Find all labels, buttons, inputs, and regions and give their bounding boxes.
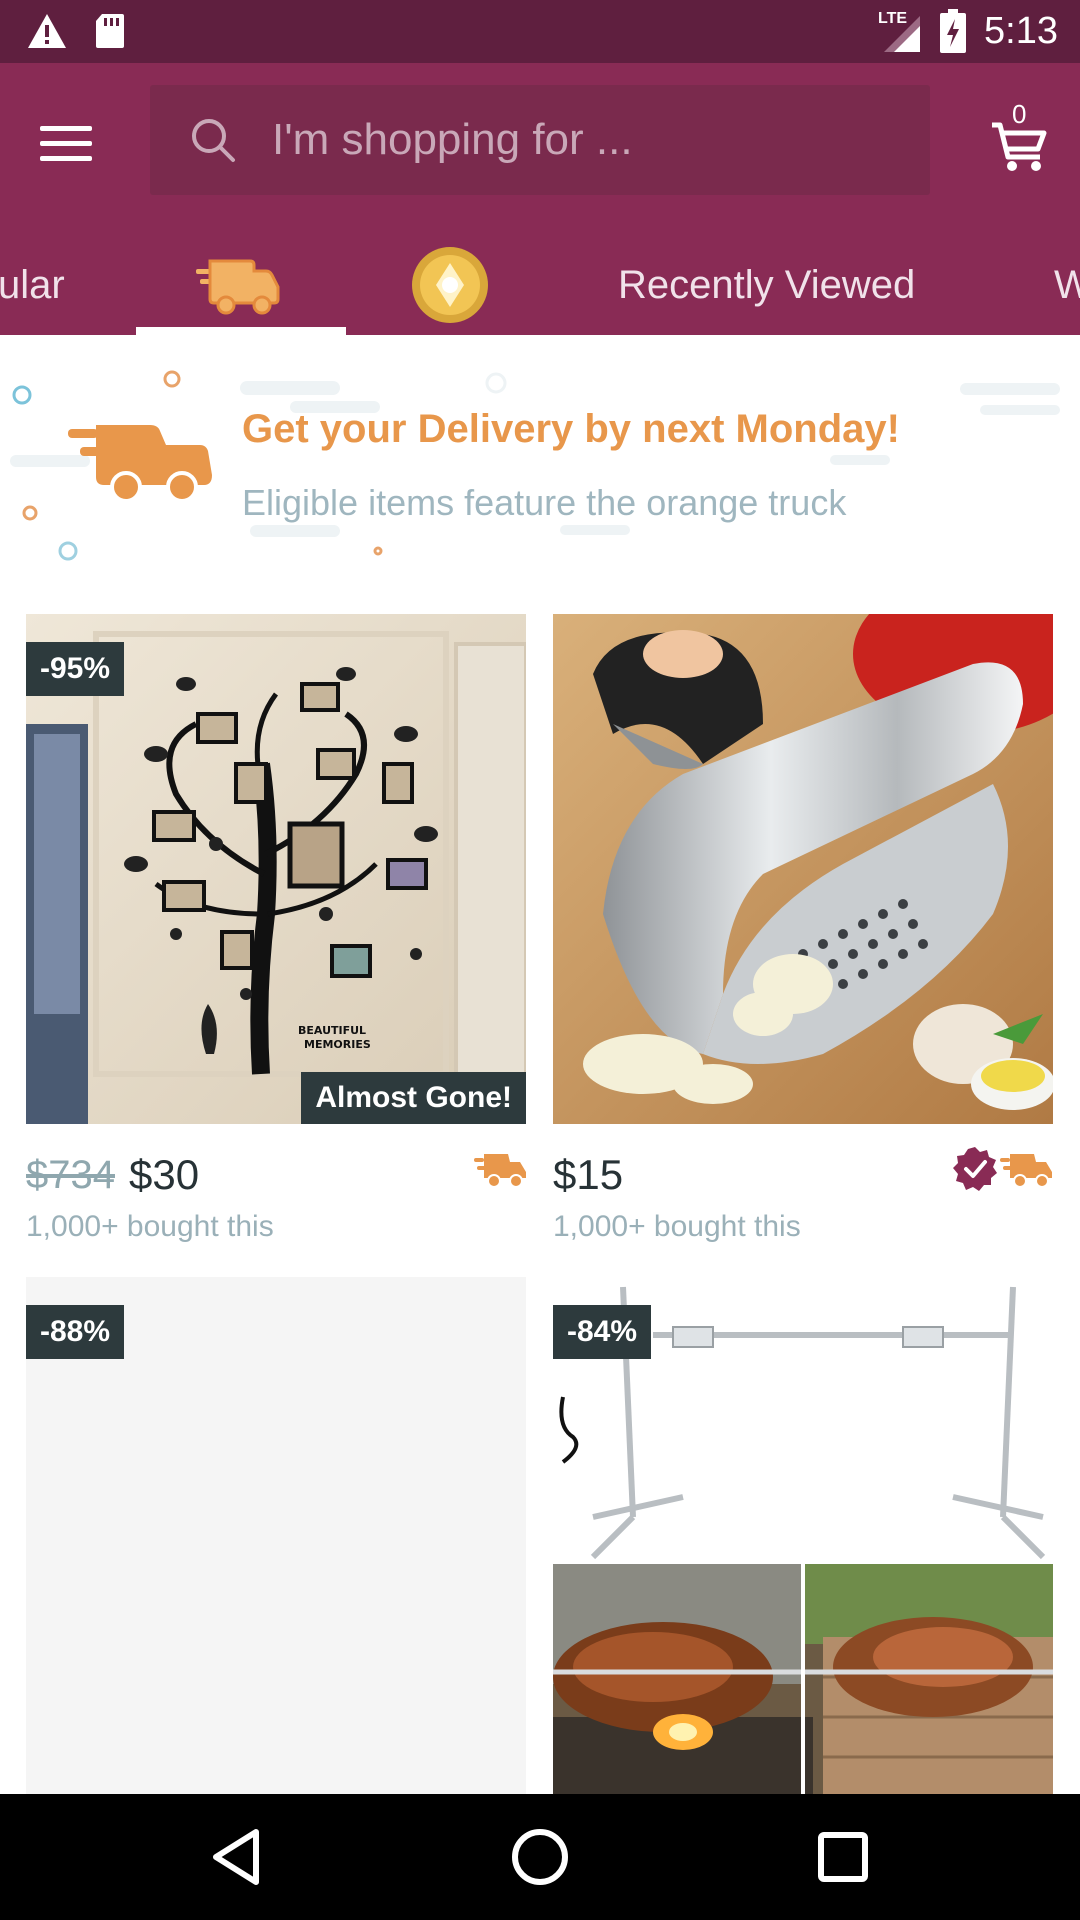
product-card-image[interactable]: -88% [26,1277,526,1794]
tab-delivery[interactable] [196,235,282,335]
coin-icon [412,247,488,323]
tab-label: W [1054,262,1080,307]
search-icon [192,119,235,162]
back-icon[interactable] [204,1824,270,1890]
price: $30 [128,1151,200,1198]
stock-label: Almost Gone! [301,1072,526,1124]
recents-icon[interactable] [810,1824,876,1890]
tab-recently-viewed[interactable]: Recently Viewed [618,235,915,335]
home-icon[interactable] [507,1824,573,1890]
product-card-image[interactable]: BEAUTIFUL MEMORIES -95% Almost Gone! [26,614,526,1124]
cart-count: 0 [1012,99,1027,129]
price-row: $15 [553,1150,623,1200]
verified-icon [953,1147,997,1191]
price-row: $734 $30 [26,1150,199,1200]
product-card-image[interactable] [553,614,1053,1124]
category-tabs: ular Recently Viewed W [0,235,1080,335]
delivery-truck-icon [1000,1154,1052,1188]
svg-text:MEMORIES: MEMORIES [304,1038,371,1051]
bought-count: 1,000+ bought this [553,1210,801,1243]
sd-card-icon [96,14,124,48]
search-placeholder: I'm shopping for ... [272,115,633,164]
delivery-banner[interactable]: Get your Delivery by next Monday! Eligib… [0,335,1080,595]
product-card-image[interactable]: -84% [553,1277,1053,1794]
tab-wishlist[interactable]: W [1054,235,1080,335]
original-price: $734 [26,1152,115,1197]
system-nav-bar [0,1794,1080,1920]
delivery-truck-icon [474,1154,526,1188]
status-bar: LTE 5:13 [0,0,1080,63]
tab-popular[interactable]: ular [0,235,65,335]
cart-button[interactable]: 0 [988,99,1048,173]
price: $15 [553,1151,624,1198]
search-input[interactable]: I'm shopping for ... [150,85,930,195]
tab-label: Recently Viewed [618,262,916,307]
banner-title: Get your Delivery by next Monday! [242,407,900,451]
tab-label: ular [0,262,65,307]
app-bar: I'm shopping for ... 0 ular Recently Vie… [0,63,1080,335]
battery-charging-icon [940,9,967,53]
tab-indicator [136,327,346,335]
discount-badge: -84% [553,1305,652,1359]
delivery-truck-icon [196,259,280,315]
discount-badge: -88% [26,1305,125,1359]
tab-coins[interactable] [410,235,490,335]
alert-icon [28,14,66,48]
signal-icon: LTE [878,8,922,54]
banner-decoration [10,370,1060,561]
clock: 5:13 [984,9,1058,52]
menu-icon[interactable] [40,111,104,175]
garlic-press-image [553,614,1053,1124]
discount-badge: -95% [26,642,125,696]
svg-text:BEAUTIFUL: BEAUTIFUL [298,1024,366,1037]
banner-subtitle: Eligible items feature the orange truck [242,482,847,523]
bought-count: 1,000+ bought this [26,1210,274,1243]
